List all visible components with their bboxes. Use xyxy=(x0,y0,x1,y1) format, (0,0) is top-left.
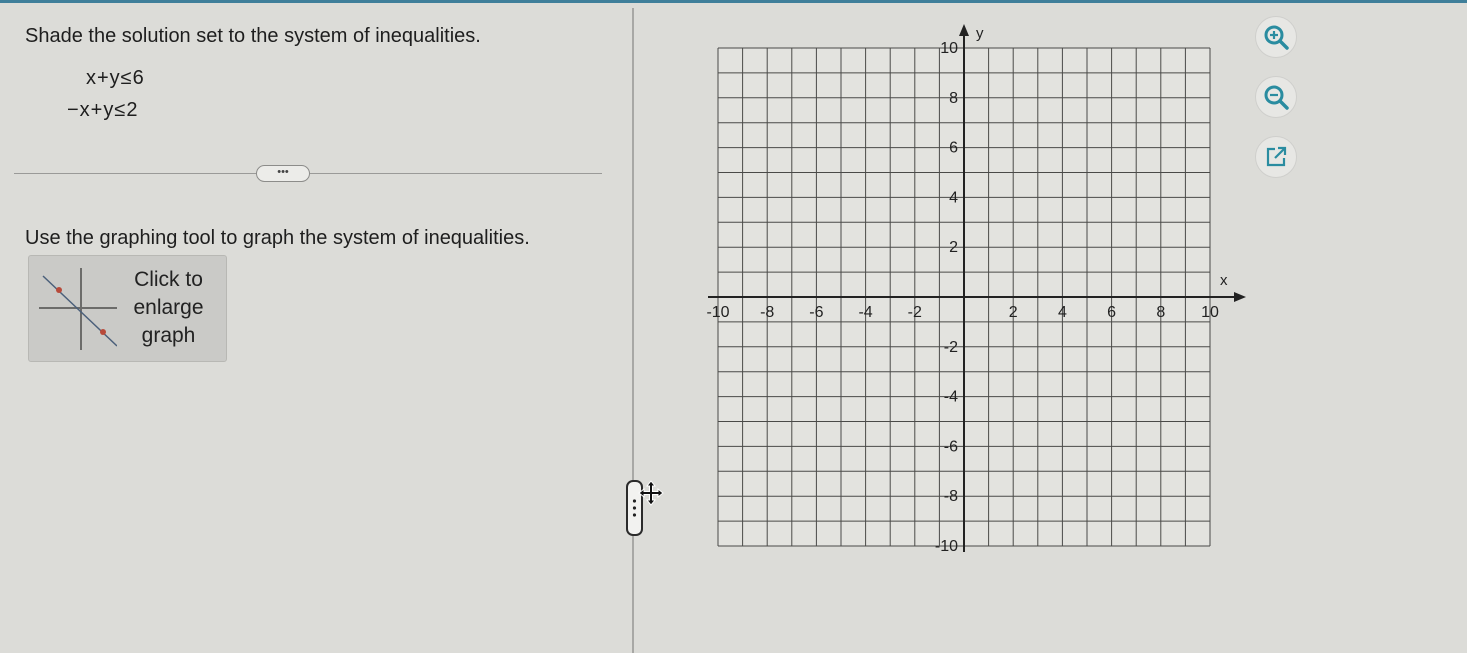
x-tick-label: -6 xyxy=(809,304,823,321)
y-tick-label: 8 xyxy=(949,90,958,107)
zoom-in-button[interactable] xyxy=(1255,16,1297,58)
coordinate-plane[interactable]: x y -10 -8 -6 -4 -2 2 4 6 8 10 10 8 6 4 2 -2 -4 -6 -8 -10 xyxy=(700,18,1260,558)
y-tick-label: 2 xyxy=(949,239,958,256)
external-link-icon xyxy=(1266,146,1287,167)
y-tick-label: 4 xyxy=(949,189,958,206)
question-pane: Shade the solution set to the system of … xyxy=(0,3,632,653)
zoom-in-icon xyxy=(1264,25,1289,50)
y-tick-label: -6 xyxy=(944,438,958,455)
zoom-out-icon xyxy=(1264,85,1289,110)
enlarge-label-line1: Click to xyxy=(134,268,203,291)
y-tick-label: -10 xyxy=(935,538,958,555)
y-tick-label: 6 xyxy=(949,140,958,157)
enlarge-label-line2: enlarge xyxy=(133,296,204,319)
x-tick-label: -2 xyxy=(908,304,922,321)
enlarge-label-line3: graph xyxy=(141,324,196,347)
show-more-button[interactable]: ••• xyxy=(256,165,310,182)
y-tick-label: 10 xyxy=(940,40,958,57)
graph-instruction: Use the graphing tool to graph the syste… xyxy=(25,227,530,249)
x-axis-arrow xyxy=(1234,292,1246,302)
x-tick-label: -8 xyxy=(760,304,774,321)
x-tick-label: 8 xyxy=(1156,304,1165,321)
pane-splitter xyxy=(632,8,634,653)
x-axis-label: x xyxy=(1220,272,1228,289)
move-cursor-icon xyxy=(638,480,664,506)
y-tick-label: -4 xyxy=(944,389,958,406)
enlarge-graph-button[interactable]: Click to enlarge graph xyxy=(28,255,227,362)
x-tick-label: 2 xyxy=(1009,304,1018,321)
inequality-1: x+y≤6 xyxy=(86,67,145,89)
x-tick-label: 10 xyxy=(1201,304,1219,321)
question-prompt: Shade the solution set to the system of … xyxy=(25,25,481,47)
x-tick-label: -10 xyxy=(706,304,729,321)
y-axis-label: y xyxy=(976,25,984,42)
x-tick-label: -4 xyxy=(858,304,872,321)
zoom-out-button[interactable] xyxy=(1255,76,1297,118)
enlarge-graph-label: Click to enlarge graph xyxy=(121,266,216,350)
graph-thumbnail-icon xyxy=(39,268,117,350)
inequality-2: −x+y≤2 xyxy=(67,99,139,121)
y-tick-label: -2 xyxy=(944,339,958,356)
y-tick-label: -8 xyxy=(944,488,958,505)
x-tick-label: 4 xyxy=(1058,304,1067,321)
x-tick-label: 6 xyxy=(1107,304,1116,321)
open-external-button[interactable] xyxy=(1255,136,1297,178)
y-axis-arrow xyxy=(959,24,969,36)
